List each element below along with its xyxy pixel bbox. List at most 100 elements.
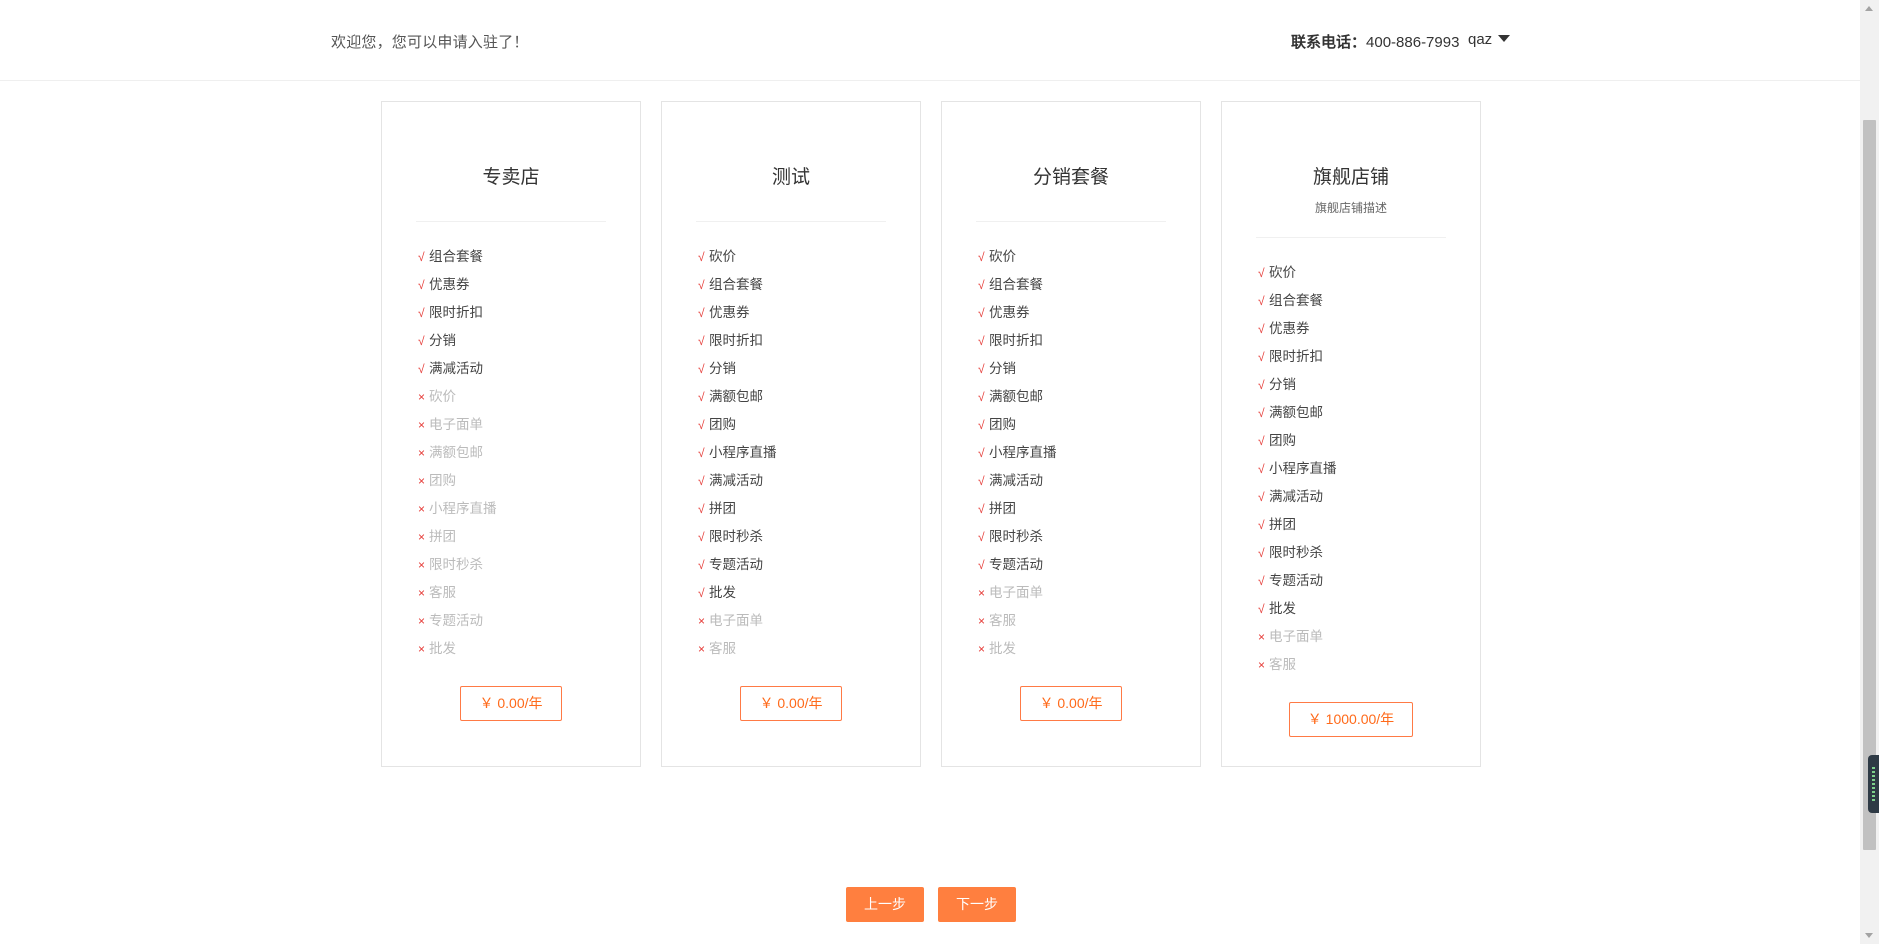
feature-item: √ 批发 — [698, 579, 777, 607]
feature-name: 组合套餐 — [709, 277, 763, 292]
next-step-button[interactable]: 下一步 — [938, 887, 1016, 922]
feature-name: 小程序直播 — [429, 501, 497, 516]
feature-name: 优惠券 — [709, 305, 750, 320]
feature-name: 拼团 — [709, 501, 736, 516]
plan-card-3[interactable]: 旗舰店铺 旗舰店铺描述 √ 砍价 √ 组合套餐 √ 优惠券 √ 限时折扣 √ 分销 √ 满额… — [1221, 101, 1481, 767]
feature-item: √ 满减活动 — [418, 355, 497, 383]
feature-name: 优惠券 — [989, 305, 1030, 320]
feature-name: 团购 — [709, 417, 736, 432]
feature-item: √ 满额包邮 — [698, 383, 777, 411]
feature-name: 拼团 — [1269, 517, 1296, 532]
plan-card-0[interactable]: 专卖店 √ 组合套餐 √ 优惠券 √ 限时折扣 √ 分销 √ 满减活动 × 砍价 × 电子面单… — [381, 101, 641, 767]
prev-step-button[interactable]: 上一步 — [846, 887, 924, 922]
feature-item: × 限时秒杀 — [418, 551, 497, 579]
check-icon: √ — [978, 250, 985, 264]
feature-item: √ 限时秒杀 — [1258, 539, 1337, 567]
feature-item: × 电子面单 — [698, 607, 777, 635]
cross-icon: × — [1258, 630, 1266, 644]
feature-item: √ 专题活动 — [698, 551, 777, 579]
feature-name: 拼团 — [429, 529, 456, 544]
feature-name: 满额包邮 — [429, 445, 483, 460]
check-icon: √ — [978, 278, 985, 292]
check-icon: √ — [978, 558, 985, 572]
check-icon: √ — [698, 250, 705, 264]
feature-name: 满额包邮 — [989, 389, 1043, 404]
check-icon: √ — [978, 390, 985, 404]
plan-name: 分销套餐 — [1032, 167, 1109, 188]
feature-item: √ 分销 — [978, 355, 1057, 383]
cross-icon: × — [418, 390, 426, 404]
feature-item: √ 拼团 — [698, 495, 777, 523]
plan-cards: 专卖店 √ 组合套餐 √ 优惠券 √ 限时折扣 √ 分销 √ 满减活动 × 砍价 × 电子面单… — [381, 101, 1481, 767]
feature-item: √ 限时秒杀 — [978, 523, 1057, 551]
plan-card-1[interactable]: 测试 √ 砍价 √ 组合套餐 √ 优惠券 √ 限时折扣 √ 分销 √ 满额包邮 √ 团购 √ 小… — [661, 101, 921, 767]
cross-icon: × — [418, 614, 426, 628]
check-icon: √ — [1258, 518, 1265, 532]
feature-name: 限时秒杀 — [989, 529, 1043, 544]
cross-icon: × — [418, 586, 426, 600]
feature-name: 满额包邮 — [1269, 405, 1323, 420]
feature-name: 组合套餐 — [429, 249, 483, 264]
feature-name: 满减活动 — [709, 473, 763, 488]
feature-item: × 团购 — [418, 467, 497, 495]
check-icon: √ — [1258, 462, 1265, 476]
feature-item: √ 专题活动 — [1258, 567, 1337, 595]
feature-name: 客服 — [1269, 657, 1296, 672]
contact-phone: 400-886-7993 — [1366, 34, 1460, 51]
caret-down-icon — [1498, 34, 1511, 42]
feature-item: √ 限时折扣 — [698, 327, 777, 355]
price-button[interactable]: ￥ 0.00/年 — [460, 686, 562, 721]
feature-name: 砍价 — [429, 389, 456, 404]
feature-item: × 电子面单 — [418, 411, 497, 439]
feature-name: 分销 — [989, 361, 1016, 376]
feature-item: × 砍价 — [418, 383, 497, 411]
contact-label: 联系电话： — [1291, 34, 1367, 51]
feature-item: × 专题活动 — [418, 607, 497, 635]
feature-item: √ 专题活动 — [978, 551, 1057, 579]
username: qaz — [1468, 31, 1493, 48]
feature-item: × 客服 — [698, 635, 777, 663]
price-button[interactable]: ￥ 0.00/年 — [1020, 686, 1122, 721]
feature-item: √ 组合套餐 — [978, 271, 1057, 299]
price-button[interactable]: ￥ 1000.00/年 — [1289, 702, 1413, 737]
check-icon: √ — [1258, 322, 1265, 336]
plan-card-2[interactable]: 分销套餐 √ 砍价 √ 组合套餐 √ 优惠券 √ 限时折扣 √ 分销 √ 满额包邮 √ 团购 … — [941, 101, 1201, 767]
check-icon: √ — [418, 362, 425, 376]
feature-name: 电子面单 — [429, 417, 483, 432]
signal-bars-icon — [1872, 767, 1875, 801]
check-icon: √ — [1258, 490, 1265, 504]
check-icon: √ — [1258, 434, 1265, 448]
plan-divider — [976, 221, 1166, 222]
feature-name: 团购 — [989, 417, 1016, 432]
feature-item: √ 拼团 — [978, 495, 1057, 523]
user-menu[interactable]: qaz — [1468, 31, 1511, 48]
check-icon: √ — [418, 250, 425, 264]
feature-item: √ 优惠券 — [418, 271, 497, 299]
check-icon: √ — [698, 446, 705, 460]
scroll-up-icon[interactable] — [1865, 6, 1873, 11]
price-button[interactable]: ￥ 0.00/年 — [740, 686, 842, 721]
feature-name: 分销 — [429, 333, 456, 348]
side-tab-widget[interactable] — [1868, 755, 1879, 813]
feature-list: √ 组合套餐 √ 优惠券 √ 限时折扣 √ 分销 √ 满减活动 × 砍价 × 电子面单 × 满额… — [418, 243, 497, 663]
feature-name: 满减活动 — [1269, 489, 1323, 504]
feature-name: 批发 — [1269, 601, 1296, 616]
check-icon: √ — [698, 362, 705, 376]
feature-name: 限时折扣 — [989, 333, 1043, 348]
check-icon: √ — [698, 530, 705, 544]
feature-item: √ 优惠券 — [978, 299, 1057, 327]
scroll-down-icon[interactable] — [1865, 933, 1873, 938]
feature-item: √ 满减活动 — [1258, 483, 1337, 511]
feature-item: × 电子面单 — [978, 579, 1057, 607]
scrollbar-thumb[interactable] — [1863, 120, 1876, 850]
feature-name: 限时秒杀 — [429, 557, 483, 572]
check-icon: √ — [1258, 574, 1265, 588]
plan-divider — [416, 221, 606, 222]
cross-icon: × — [418, 446, 426, 460]
check-icon: √ — [698, 306, 705, 320]
feature-name: 砍价 — [989, 249, 1016, 264]
check-icon: √ — [978, 502, 985, 516]
feature-item: √ 分销 — [418, 327, 497, 355]
feature-list: √ 砍价 √ 组合套餐 √ 优惠券 √ 限时折扣 √ 分销 √ 满额包邮 √ 团购 √ 小程序直… — [698, 243, 777, 663]
check-icon: √ — [1258, 266, 1265, 280]
